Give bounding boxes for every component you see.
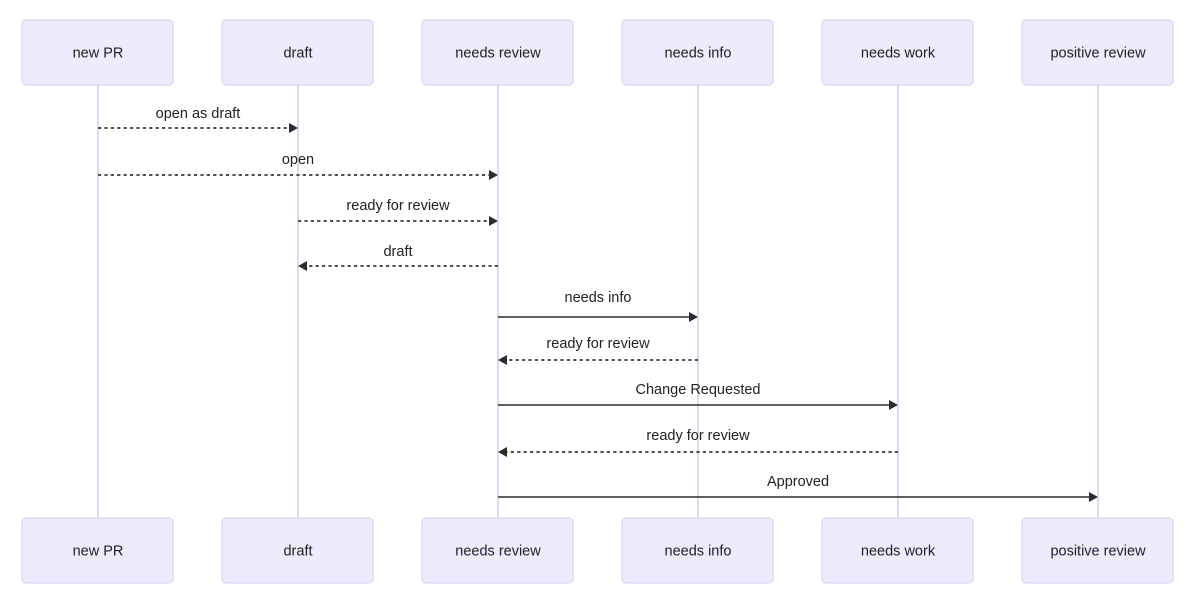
actor-box-top-needs-info[interactable]: needs info <box>621 19 774 86</box>
message-label-2: open <box>282 152 314 168</box>
actor-box-top-new-pr[interactable]: new PR <box>21 19 174 86</box>
actor-label-draft: draft <box>283 45 312 61</box>
message-label-3: ready for review <box>346 198 450 214</box>
arrowhead-icon-2 <box>489 170 498 180</box>
message-2[interactable]: open <box>98 152 498 180</box>
message-label-6: ready for review <box>546 336 650 352</box>
actor-label-needs-info: needs info <box>665 543 732 559</box>
actor-box-bottom-needs-work[interactable]: needs work <box>821 517 974 584</box>
message-5[interactable]: needs info <box>498 290 698 322</box>
arrowhead-icon-1 <box>289 123 298 133</box>
actor-box-bottom-new-pr[interactable]: new PR <box>21 517 174 584</box>
actor-label-new-pr: new PR <box>73 45 124 61</box>
arrowhead-icon-3 <box>489 216 498 226</box>
arrowhead-icon-6 <box>498 355 507 365</box>
actor-box-top-needs-work[interactable]: needs work <box>821 19 974 86</box>
message-7[interactable]: Change Requested <box>498 382 898 410</box>
message-1[interactable]: open as draft <box>98 106 298 133</box>
message-6[interactable]: ready for review <box>498 336 698 365</box>
actor-label-positive-review: positive review <box>1050 543 1146 559</box>
actor-box-top-positive-review[interactable]: positive review <box>1021 19 1174 86</box>
actor-label-needs-work: needs work <box>861 45 936 61</box>
actor-label-needs-info: needs info <box>665 45 732 61</box>
actor-box-top-needs-review[interactable]: needs review <box>421 19 574 86</box>
actor-label-needs-work: needs work <box>861 543 936 559</box>
messages-group: open as draft open ready for review draft ne… <box>98 106 1098 502</box>
sequence-diagram-root: open as draft open ready for review draft ne… <box>0 0 1194 604</box>
actors-top-group: new PR draft needs review needs info needs w… <box>21 19 1174 86</box>
arrowhead-icon-7 <box>889 400 898 410</box>
actor-box-bottom-needs-info[interactable]: needs info <box>621 517 774 584</box>
actor-box-bottom-positive-review[interactable]: positive review <box>1021 517 1174 584</box>
actor-label-draft: draft <box>283 543 312 559</box>
message-label-4: draft <box>383 244 412 260</box>
message-3[interactable]: ready for review <box>298 198 498 226</box>
arrowhead-icon-4 <box>298 261 307 271</box>
actor-box-bottom-draft[interactable]: draft <box>221 517 374 584</box>
message-label-7: Change Requested <box>636 382 761 398</box>
actors-bottom-group: new PR draft needs review needs info needs w… <box>21 517 1174 584</box>
message-8[interactable]: ready for review <box>498 428 898 457</box>
actor-label-needs-review: needs review <box>455 45 541 61</box>
sequence-diagram-canvas: open as draftopenready for reviewdraftne… <box>21 19 1174 584</box>
message-label-1: open as draft <box>156 106 241 122</box>
message-label-5: needs info <box>565 290 632 306</box>
message-label-9: Approved <box>767 474 829 490</box>
actor-label-positive-review: positive review <box>1050 45 1146 61</box>
arrowhead-icon-8 <box>498 447 507 457</box>
message-label-8: ready for review <box>646 428 750 444</box>
actor-box-top-draft[interactable]: draft <box>221 19 374 86</box>
message-9[interactable]: Approved <box>498 474 1098 502</box>
message-4[interactable]: draft <box>298 244 498 271</box>
actor-label-needs-review: needs review <box>455 543 541 559</box>
actor-label-new-pr: new PR <box>73 543 124 559</box>
arrowhead-icon-9 <box>1089 492 1098 502</box>
arrowhead-icon-5 <box>689 312 698 322</box>
actor-box-bottom-needs-review[interactable]: needs review <box>421 517 574 584</box>
